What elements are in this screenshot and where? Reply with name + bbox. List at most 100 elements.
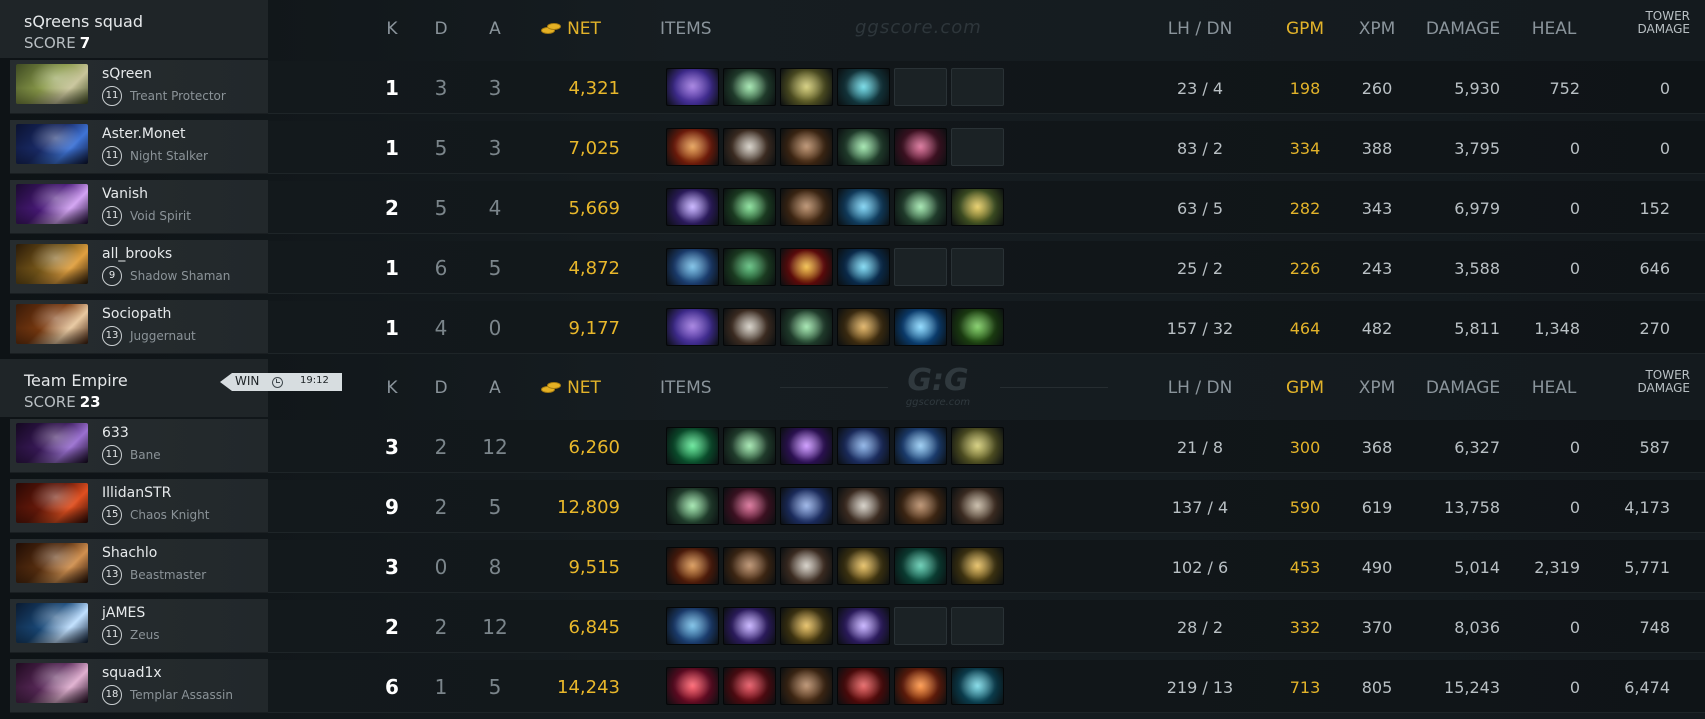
player-name[interactable]: jAMES [102, 605, 145, 621]
item-icon[interactable] [837, 68, 890, 106]
item-icon[interactable] [780, 308, 833, 346]
item-icon[interactable] [780, 68, 833, 106]
empty-item-slot [894, 248, 947, 286]
player-row[interactable]: Aster.Monet 11 Night Stalker 1 5 3 7,025 83 / 2… [0, 120, 1705, 175]
hero-portrait[interactable] [16, 663, 88, 703]
item-icon[interactable] [780, 487, 833, 525]
item-icon[interactable] [723, 487, 776, 525]
item-icon[interactable] [780, 607, 833, 645]
column-header-label: D [434, 19, 448, 39]
item-icon[interactable] [951, 188, 1004, 226]
hero-portrait[interactable] [16, 603, 88, 643]
player-row[interactable]: 633 11 Bane 3 2 12 6,260 21 / 8 300 368 6,327 0 587 [0, 419, 1705, 474]
player-name[interactable]: Shachlo [102, 545, 157, 561]
player-row[interactable]: sQreen 11 Treant Protector 1 3 3 4,321 23 / 4 19… [0, 60, 1705, 115]
item-icon[interactable] [780, 248, 833, 286]
item-icon[interactable] [666, 667, 719, 705]
item-icon[interactable] [723, 607, 776, 645]
player-name[interactable]: IllidanSTR [102, 485, 171, 501]
level-badge: 18 [102, 685, 122, 705]
item-icon[interactable] [666, 427, 719, 465]
item-icon[interactable] [723, 128, 776, 166]
item-icon[interactable] [723, 188, 776, 226]
item-icon[interactable] [723, 427, 776, 465]
item-icon[interactable] [951, 308, 1004, 346]
player-name[interactable]: Vanish [102, 186, 148, 202]
item-icon[interactable] [837, 547, 890, 585]
player-row[interactable]: Shachlo 13 Beastmaster 3 0 8 9,515 102 / 6 453 49… [0, 539, 1705, 594]
assists-value: 0 [488, 316, 502, 340]
player-name[interactable]: Aster.Monet [102, 126, 186, 142]
item-icon[interactable] [894, 308, 947, 346]
item-icon[interactable] [666, 188, 719, 226]
player-panel[interactable]: jAMES 11 Zeus [10, 599, 268, 653]
player-panel[interactable]: 633 11 Bane [10, 419, 268, 473]
item-icon[interactable] [723, 667, 776, 705]
tower-damage-value: 0 [1659, 139, 1670, 158]
item-icon[interactable] [837, 667, 890, 705]
player-panel[interactable]: sQreen 11 Treant Protector [10, 60, 268, 114]
item-icon[interactable] [780, 427, 833, 465]
player-panel[interactable]: squad1x 18 Templar Assassin [10, 659, 268, 713]
hero-portrait[interactable] [16, 483, 88, 523]
hero-portrait[interactable] [16, 543, 88, 583]
item-icon[interactable] [894, 188, 947, 226]
item-icon[interactable] [894, 427, 947, 465]
player-row[interactable]: Vanish 11 Void Spirit 2 5 4 5,669 63 / 5 282 343 6… [0, 180, 1705, 235]
item-icon[interactable] [951, 487, 1004, 525]
player-row[interactable]: squad1x 18 Templar Assassin 6 1 5 14,243 219 / … [0, 659, 1705, 714]
hero-portrait[interactable] [16, 423, 88, 463]
player-name[interactable]: all_brooks [102, 246, 172, 262]
player-name[interactable]: 633 [102, 425, 129, 441]
item-icon[interactable] [723, 308, 776, 346]
item-icon[interactable] [894, 547, 947, 585]
player-panel[interactable]: Aster.Monet 11 Night Stalker [10, 120, 268, 174]
item-icon[interactable] [780, 128, 833, 166]
item-icon[interactable] [837, 128, 890, 166]
player-name[interactable]: sQreen [102, 66, 152, 82]
item-icon[interactable] [666, 248, 719, 286]
item-icon[interactable] [894, 667, 947, 705]
player-row[interactable]: jAMES 11 Zeus 2 2 12 6,845 28 / 2 332 370 8,036 0 74… [0, 599, 1705, 654]
item-icon[interactable] [894, 128, 947, 166]
item-icon[interactable] [723, 248, 776, 286]
item-icon[interactable] [780, 547, 833, 585]
item-icon[interactable] [837, 607, 890, 645]
item-icon[interactable] [723, 68, 776, 106]
hero-portrait[interactable] [16, 184, 88, 224]
player-row[interactable]: Sociopath 13 Juggernaut 1 4 0 9,177 157 / 32 464… [0, 300, 1705, 355]
deaths-value: 2 [434, 495, 448, 519]
player-panel[interactable]: all_brooks 9 Shadow Shaman [10, 240, 268, 294]
player-name[interactable]: squad1x [102, 665, 162, 681]
player-panel[interactable]: IllidanSTR 15 Chaos Knight [10, 479, 268, 533]
hero-portrait[interactable] [16, 124, 88, 164]
item-icon[interactable] [666, 308, 719, 346]
item-icon[interactable] [837, 308, 890, 346]
player-panel[interactable]: Shachlo 13 Beastmaster [10, 539, 268, 593]
item-icon[interactable] [951, 547, 1004, 585]
item-icon[interactable] [666, 68, 719, 106]
item-icon[interactable] [837, 487, 890, 525]
item-icon[interactable] [723, 547, 776, 585]
item-icon[interactable] [666, 487, 719, 525]
item-icon[interactable] [666, 547, 719, 585]
hero-portrait[interactable] [16, 244, 88, 284]
item-icon[interactable] [666, 607, 719, 645]
item-icon[interactable] [837, 188, 890, 226]
item-icon[interactable] [951, 427, 1004, 465]
player-row[interactable]: all_brooks 9 Shadow Shaman 1 6 5 4,872 25 / 2 22… [0, 240, 1705, 295]
player-panel[interactable]: Vanish 11 Void Spirit [10, 180, 268, 234]
item-icon[interactable] [894, 487, 947, 525]
item-icon[interactable] [951, 667, 1004, 705]
heal-value: 0 [1569, 199, 1580, 218]
player-row[interactable]: IllidanSTR 15 Chaos Knight 9 2 5 12,809 137 / 4… [0, 479, 1705, 534]
player-name[interactable]: Sociopath [102, 306, 171, 322]
hero-portrait[interactable] [16, 304, 88, 344]
item-icon[interactable] [780, 667, 833, 705]
item-icon[interactable] [837, 248, 890, 286]
item-icon[interactable] [780, 188, 833, 226]
item-icon[interactable] [666, 128, 719, 166]
player-panel[interactable]: Sociopath 13 Juggernaut [10, 300, 268, 354]
item-icon[interactable] [837, 427, 890, 465]
hero-portrait[interactable] [16, 64, 88, 104]
